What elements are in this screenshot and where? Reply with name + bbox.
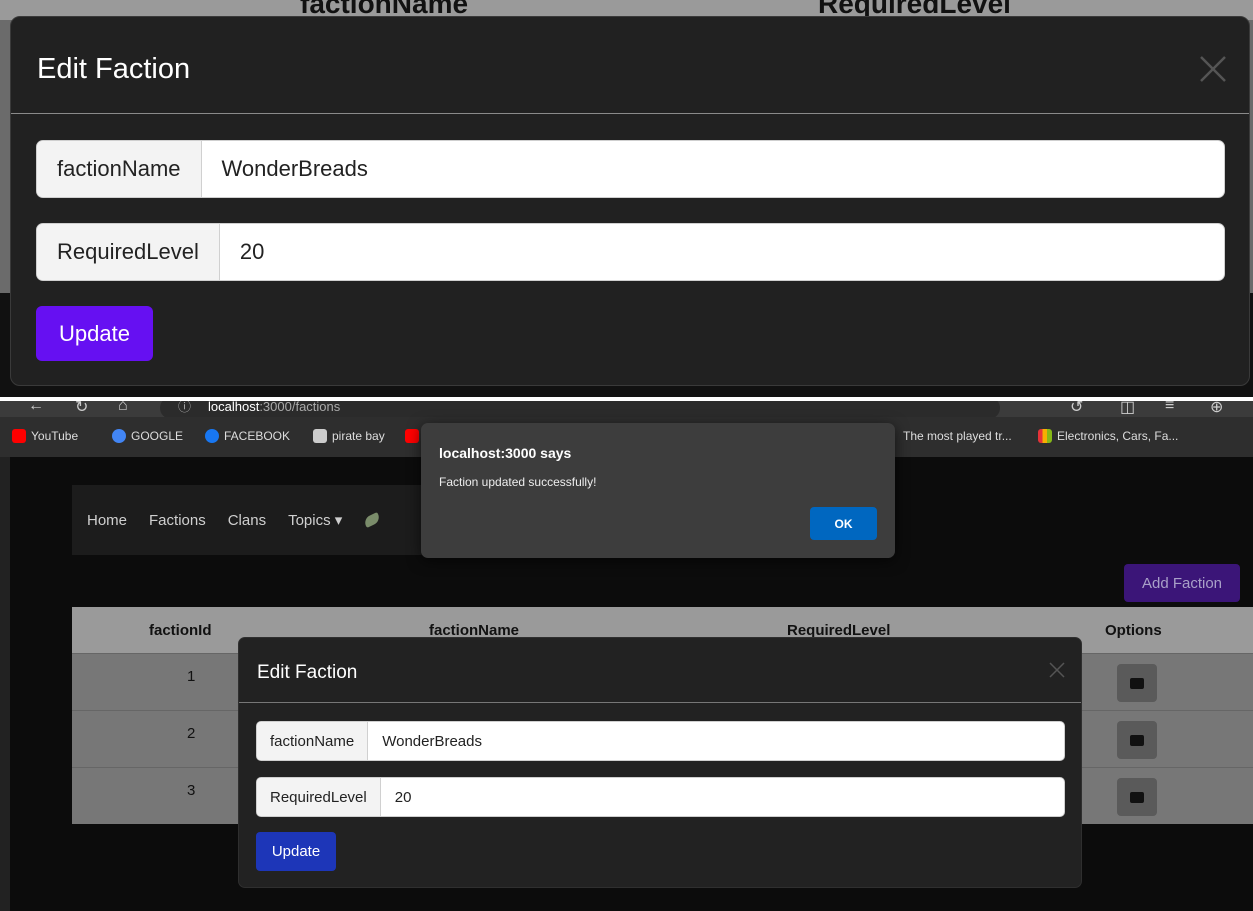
zoomed-screenshot: factionName RequiredLevel Edit Faction f… <box>0 0 1253 397</box>
header-options: Options <box>1105 622 1162 639</box>
modal-header: Edit Faction <box>11 17 1249 114</box>
back-icon[interactable]: ← <box>28 401 44 415</box>
edit-button[interactable] <box>1117 778 1157 816</box>
url-path: :3000/factions <box>259 401 341 414</box>
faction-name-group: factionName WonderBreads <box>256 721 1065 761</box>
nav-factions[interactable]: Factions <box>149 512 206 529</box>
required-level-group: RequiredLevel 20 <box>256 777 1065 817</box>
alert-dialog: localhost:3000 says Faction updated succ… <box>421 423 895 558</box>
ok-button[interactable]: OK <box>810 507 877 540</box>
nav-home[interactable]: Home <box>87 512 127 529</box>
nav-clans[interactable]: Clans <box>228 512 266 529</box>
edit-button[interactable] <box>1117 664 1157 702</box>
refresh-icon[interactable]: ↻ <box>75 401 88 417</box>
bookmark-facebook[interactable]: FACEBOOK <box>205 429 290 443</box>
url-host: localhost <box>208 401 260 414</box>
required-level-input[interactable]: 20 <box>220 224 1224 280</box>
faction-name-input[interactable]: WonderBreads <box>368 722 1064 760</box>
info-icon[interactable]: ⓘ <box>178 401 191 417</box>
row-faction-id: 2 <box>187 725 196 742</box>
update-button[interactable]: Update <box>256 832 336 871</box>
bookmark-youtube[interactable]: YouTube <box>12 429 78 443</box>
bookmark-ebay[interactable]: Electronics, Cars, Fa... <box>1038 429 1178 443</box>
bookmark-google[interactable]: GOOGLE <box>112 429 183 443</box>
alert-message: Faction updated successfully! <box>439 475 597 489</box>
close-icon[interactable] <box>1199 55 1227 83</box>
close-icon[interactable] <box>1049 662 1065 678</box>
nav-topics-dropdown[interactable]: Topics ▾ <box>288 511 342 529</box>
update-button[interactable]: Update <box>36 306 153 361</box>
home-icon[interactable]: ⌂ <box>118 401 128 415</box>
folder-icon <box>1130 735 1144 746</box>
modal-header: Edit Faction <box>239 638 1081 703</box>
extensions-icon[interactable]: ↺ <box>1070 401 1083 417</box>
youtube-icon <box>405 429 419 443</box>
google-icon <box>112 429 126 443</box>
edit-faction-modal: Edit Faction factionName WonderBreads Re… <box>238 637 1082 888</box>
bookmark-youtube-2[interactable] <box>405 429 419 443</box>
faction-name-group: factionName WonderBreads <box>36 140 1225 198</box>
required-level-input[interactable]: 20 <box>381 778 1064 816</box>
folder-icon <box>1130 678 1144 689</box>
required-level-label: RequiredLevel <box>37 224 220 280</box>
add-faction-button[interactable]: Add Faction <box>1124 564 1240 602</box>
edit-button[interactable] <box>1117 721 1157 759</box>
favorites-icon[interactable]: ≡ <box>1165 401 1174 415</box>
split-screen-icon[interactable]: ◫ <box>1120 401 1135 417</box>
pirate-bay-icon <box>313 429 327 443</box>
required-level-group: RequiredLevel 20 <box>36 223 1225 281</box>
row-faction-id: 3 <box>187 782 196 799</box>
modal-title: Edit Faction <box>257 662 358 683</box>
folder-icon <box>1130 792 1144 803</box>
collections-icon[interactable]: ⊕ <box>1210 401 1223 417</box>
row-faction-id: 1 <box>187 668 196 685</box>
leaf-logo-icon[interactable] <box>362 512 382 528</box>
edit-faction-modal-zoomed: Edit Faction factionName WonderBreads Re… <box>10 16 1250 386</box>
bookmark-pirate-bay[interactable]: pirate bay <box>313 429 385 443</box>
required-level-label: RequiredLevel <box>257 778 381 816</box>
faction-name-input[interactable]: WonderBreads <box>202 141 1224 197</box>
alert-title: localhost:3000 says <box>439 445 572 461</box>
bookmark-most-played[interactable]: The most played tr... <box>903 429 1012 443</box>
shopping-bag-icon <box>1038 429 1052 443</box>
address-bar: ← ↻ ⌂ ⓘ localhost:3000/factions ↺ ◫ ≡ ⊕ <box>0 401 1253 419</box>
modal-title: Edit Faction <box>37 53 191 85</box>
faction-name-label: factionName <box>257 722 369 760</box>
youtube-icon <box>12 429 26 443</box>
faction-name-label: factionName <box>37 141 202 197</box>
browser-screenshot: ← ↻ ⌂ ⓘ localhost:3000/factions ↺ ◫ ≡ ⊕ … <box>0 401 1253 911</box>
facebook-icon <box>205 429 219 443</box>
header-faction-id: factionId <box>149 622 212 639</box>
